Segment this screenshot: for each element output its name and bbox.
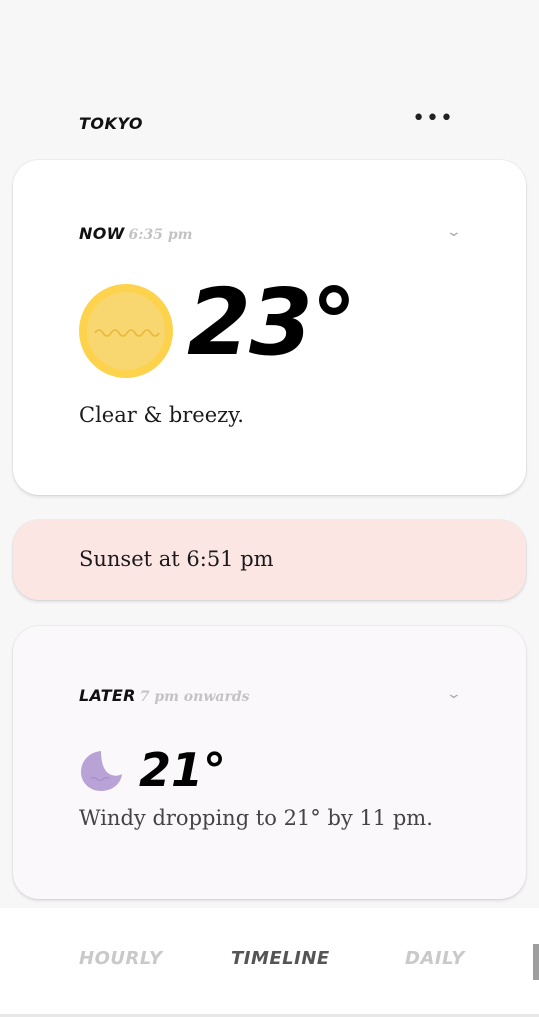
later-header: LATER 7 pm onwards ⌄: [79, 686, 462, 708]
chevron-down-icon[interactable]: ⌄: [446, 224, 462, 240]
tab-daily[interactable]: DAILY: [405, 948, 465, 969]
sun-inner: [87, 292, 165, 370]
current-temperature: 23°: [187, 269, 357, 376]
later-temperature: 21°: [139, 743, 227, 797]
sunset-text: Sunset at 6:51 pm: [79, 547, 274, 571]
sunset-card[interactable]: Sunset at 6:51 pm: [13, 520, 526, 600]
now-card[interactable]: NOW 6:35 pm ⌄ 23° Clear & breezy.: [13, 160, 526, 495]
tab-hourly[interactable]: HOURLY: [79, 948, 163, 969]
chevron-down-icon[interactable]: ⌄: [446, 686, 462, 702]
now-description: Clear & breezy.: [79, 403, 244, 427]
later-description: Windy dropping to 21° by 11 pm.: [79, 806, 433, 830]
bottom-tab-bar: HOURLY TIMELINE DAILY: [0, 908, 539, 1017]
moon-icon: [81, 751, 122, 791]
now-time: 6:35 pm: [128, 227, 193, 243]
now-label: NOW: [79, 224, 125, 243]
city-name[interactable]: TOKYO: [79, 114, 143, 133]
sun-wave-icon: [94, 329, 160, 337]
scroll-indicator: [533, 944, 539, 980]
header: TOKYO •••: [79, 108, 460, 138]
sun-icon: [79, 284, 173, 378]
later-time: 7 pm onwards: [139, 689, 250, 705]
now-header: NOW 6:35 pm ⌄: [79, 224, 462, 246]
more-horizontal-icon[interactable]: •••: [412, 108, 454, 130]
tab-timeline[interactable]: TIMELINE: [231, 948, 330, 969]
later-label: LATER: [79, 686, 136, 705]
later-card[interactable]: LATER 7 pm onwards ⌄ 21° Windy dropping t…: [13, 626, 526, 899]
